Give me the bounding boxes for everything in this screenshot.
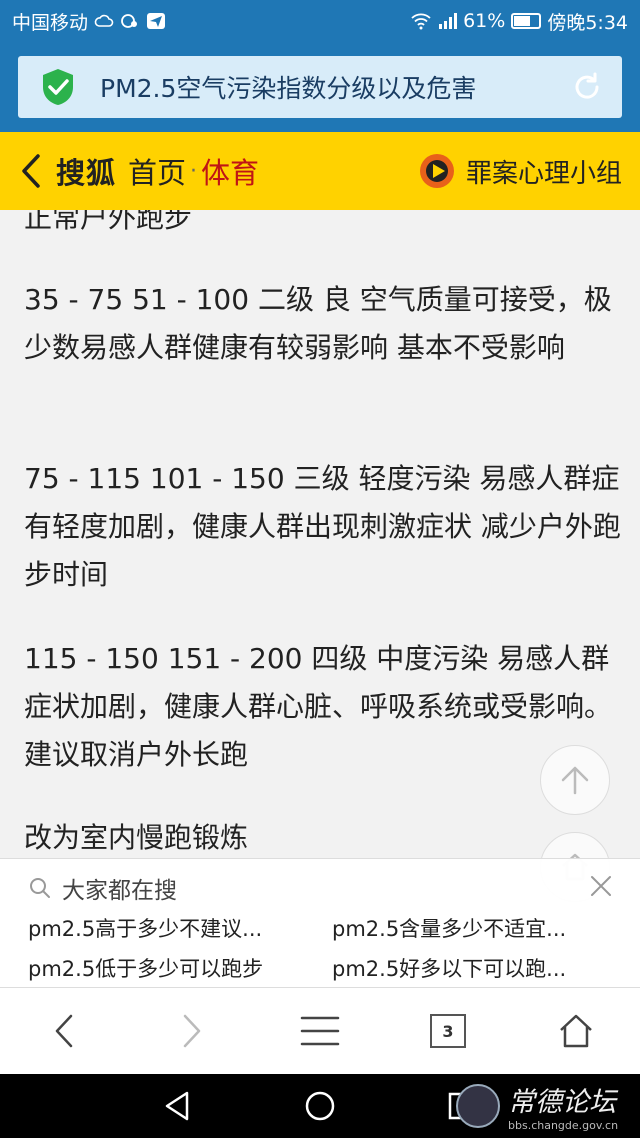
search-suggestions-panel: 大家都在搜 pm2.5高于多少不建议... pm2.5含量多少不适宜... pm… (0, 858, 640, 988)
breadcrumb-separator: · (190, 158, 198, 184)
battery-percent: 61% (463, 10, 506, 32)
forward-button[interactable] (157, 996, 227, 1066)
suggestion-link[interactable]: pm2.5高于多少不建议... (28, 913, 310, 943)
scroll-top-button[interactable] (540, 745, 610, 815)
wifi-icon (411, 13, 431, 30)
menu-icon (300, 1016, 340, 1046)
nav-home-icon[interactable] (304, 1090, 336, 1122)
back-icon[interactable] (18, 152, 44, 190)
signal-icon (439, 13, 458, 29)
chevron-right-icon (183, 1014, 201, 1048)
browser-toolbar: 3 (0, 988, 640, 1074)
address-bar[interactable]: PM2.5空气污染指数分级以及危害 (18, 56, 622, 118)
promo-label: 罪案心理小组 (465, 158, 622, 189)
menu-button[interactable] (285, 996, 355, 1066)
status-bar: 中国移动 61% 傍晚5:34 (0, 0, 640, 42)
send-notification-icon (147, 13, 166, 29)
article-paragraph: 正常户外跑步 (24, 210, 193, 234)
suggestion-link[interactable]: pm2.5低于多少可以跑步 (28, 953, 310, 983)
watermark-title: 常德论坛 (508, 1087, 616, 1118)
suggestion-link[interactable]: pm2.5含量多少不适宜... (332, 913, 614, 943)
suggestions-header: 大家都在搜 (28, 871, 177, 905)
article-paragraph: 115 - 150 151 - 200 四级 中度污染 易感人群症状加剧，健康人… (24, 642, 613, 771)
section-link[interactable]: 体育 (201, 150, 259, 192)
back-button[interactable] (29, 996, 99, 1066)
tab-count: 3 (430, 1014, 466, 1048)
article-paragraph: 75 - 115 101 - 150 三级 轻度污染 易感人群症有轻度加剧，健康… (24, 462, 621, 591)
article-paragraph: 35 - 75 51 - 100 二级 良 空气质量可接受，极少数易感人群健康有… (24, 283, 612, 364)
forum-logo-icon (456, 1084, 500, 1128)
cloud-icon (94, 14, 114, 27)
brand-logo-text[interactable]: 搜狐 (56, 150, 116, 192)
home-icon (560, 1014, 592, 1048)
tabs-button[interactable]: 3 (413, 996, 483, 1066)
forum-watermark: 常德论坛 bbs.changde.gov.cn (456, 1074, 640, 1138)
nav-back-icon[interactable] (162, 1090, 192, 1122)
site-header: 搜狐 首页 · 体育 罪案心理小组 (0, 132, 640, 210)
video-play-icon (419, 154, 454, 188)
watermark-url: bbs.changde.gov.cn (508, 1119, 619, 1132)
browser-address-area: PM2.5空气污染指数分级以及危害 (0, 42, 640, 132)
article-content: 正常户外跑步 35 - 75 51 - 100 二级 良 空气质量可接受，极少数… (0, 210, 640, 858)
reload-icon[interactable] (570, 70, 604, 104)
home-link[interactable]: 首页 (128, 150, 186, 192)
search-icon (30, 878, 50, 898)
promo-link[interactable]: 罪案心理小组 (418, 152, 622, 190)
arrow-up-icon (561, 766, 589, 795)
clock: 傍晚5:34 (547, 11, 628, 34)
app-notification-icon (121, 14, 138, 28)
home-button[interactable] (541, 996, 611, 1066)
chevron-left-icon (55, 1014, 73, 1048)
battery-icon (511, 13, 542, 29)
suggestions-title: 大家都在搜 (62, 878, 177, 904)
carrier-label: 中国移动 (12, 11, 89, 34)
shield-check-icon (43, 69, 73, 105)
battery-fill (514, 16, 531, 26)
page-title: PM2.5空气污染指数分级以及危害 (100, 74, 477, 103)
article-paragraph: 改为室内慢跑锻炼 (24, 821, 249, 854)
close-icon[interactable] (588, 873, 614, 899)
suggestion-link[interactable]: pm2.5好多以下可以跑... (332, 953, 614, 983)
